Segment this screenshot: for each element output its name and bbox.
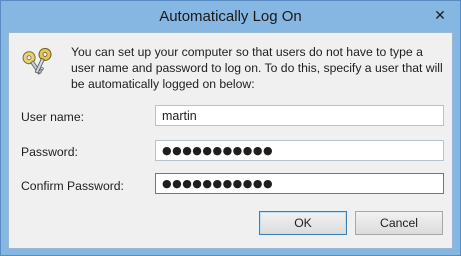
dialog-window: Automatically Log On ✕ You can set up yo… (0, 0, 461, 256)
cancel-button[interactable]: Cancel (355, 211, 443, 235)
intro-text: You can set up your computer so that use… (71, 45, 443, 91)
username-field[interactable] (155, 105, 444, 126)
password-field[interactable] (155, 140, 444, 161)
username-label: User name: (21, 110, 84, 124)
title-bar[interactable]: Automatically Log On ✕ (1, 1, 460, 33)
close-icon[interactable]: ✕ (432, 7, 448, 23)
keys-icon (21, 43, 55, 77)
dialog-title: Automatically Log On (159, 8, 302, 25)
password-label: Password: (21, 145, 78, 159)
confirm-password-field[interactable] (155, 173, 444, 194)
confirm-password-label: Confirm Password: (21, 179, 124, 193)
ok-button[interactable]: OK (259, 211, 347, 235)
dialog-body: You can set up your computer so that use… (8, 32, 453, 249)
